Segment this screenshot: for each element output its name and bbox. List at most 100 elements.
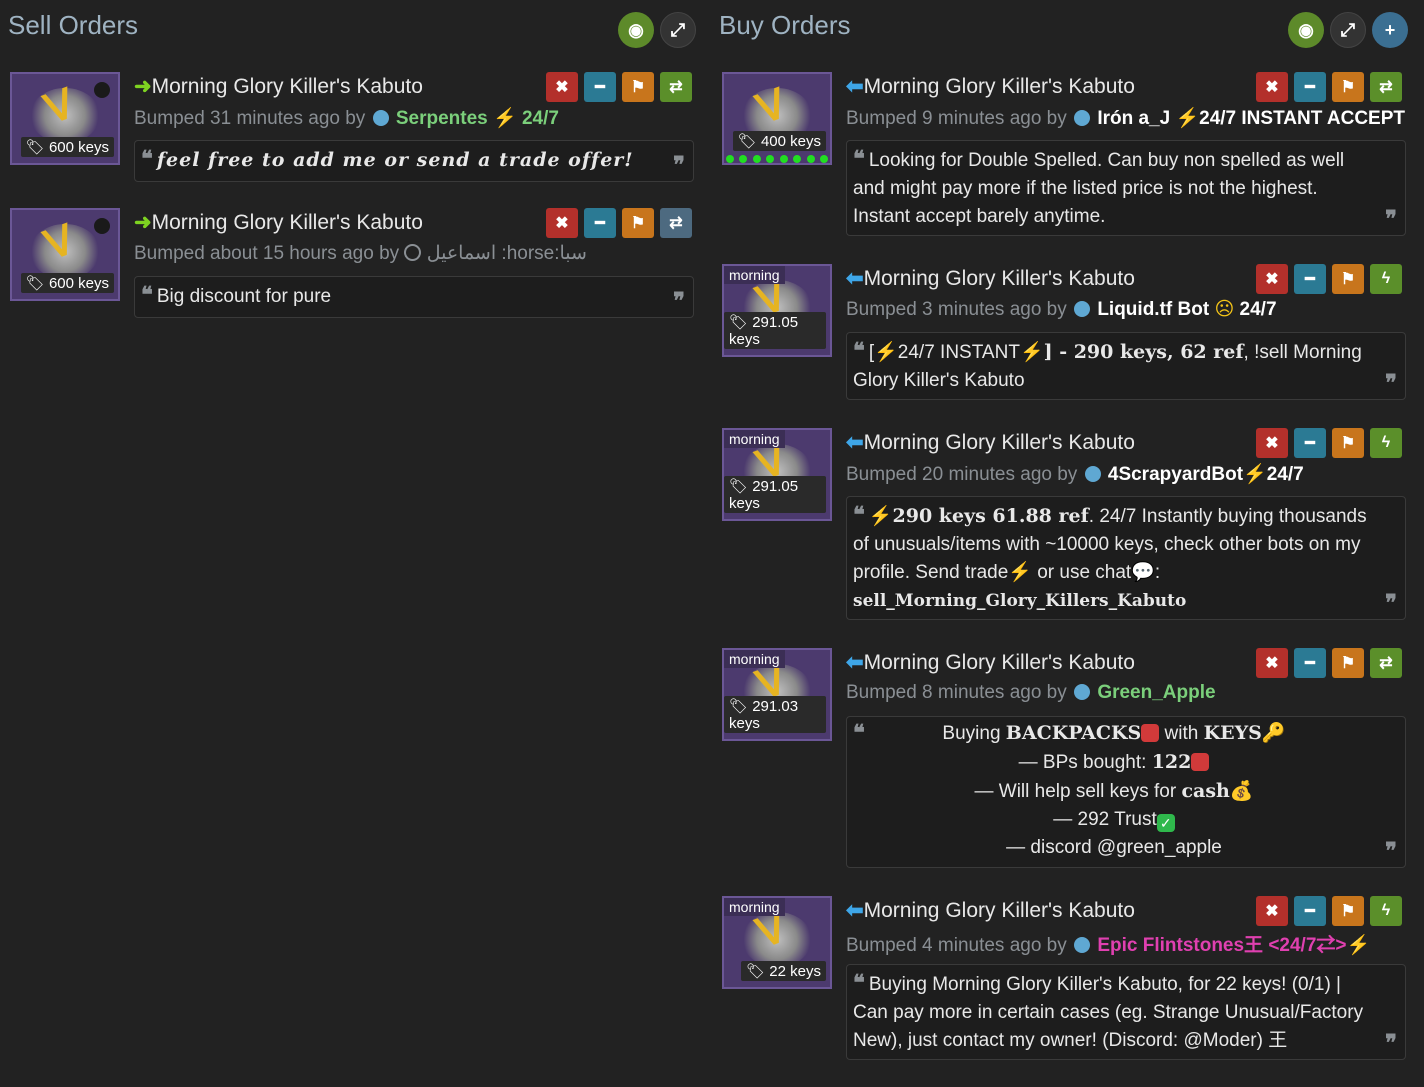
quote-close-icon: ❞: [1385, 838, 1397, 864]
online-dot: [1074, 937, 1091, 953]
bumped-line: Bumped 20 minutes ago by 4ScrapyardBot⚡2…: [846, 462, 1304, 486]
item-thumbnail[interactable]: Ⅴ morning 🏷 291.03 keys: [722, 648, 832, 741]
price-badge: 🏷 291.03 keys: [724, 696, 826, 733]
price-text: 22 keys: [769, 963, 821, 980]
item-title[interactable]: ⬅Morning Glory Killer's Kabuto: [846, 430, 1135, 455]
flag-icon[interactable]: ⚑: [622, 208, 654, 238]
flag-icon[interactable]: ⚑: [1332, 648, 1364, 678]
user-link[interactable]: اسماعيل :horse:سبا: [427, 243, 587, 264]
close-icon[interactable]: ✖: [1256, 264, 1288, 294]
minus-icon[interactable]: ━: [1294, 72, 1326, 102]
user-link[interactable]: Serpentes: [396, 108, 488, 129]
item-title[interactable]: ⬅Morning Glory Killer's Kabuto: [846, 898, 1135, 923]
flag-icon[interactable]: ⚑: [1332, 72, 1364, 102]
arrow-right-icon: ➜: [134, 211, 152, 234]
action-buttons: ✖ ━ ⚑ ⇄: [1256, 72, 1402, 102]
comment-text: 24/7 INSTANT: [897, 342, 1020, 363]
minus-icon[interactable]: ━: [584, 72, 616, 102]
item-title[interactable]: ⬅Morning Glory Killer's Kabuto: [846, 650, 1135, 675]
user-link[interactable]: Irón a_J: [1097, 108, 1170, 129]
close-icon[interactable]: ✖: [1256, 428, 1288, 458]
comment-text: feel free to add me or send a trade offe…: [156, 149, 634, 171]
buy-header: Buy Orders ◉ ⤢ +: [712, 0, 1424, 60]
user-suffix: 24/7: [1266, 464, 1304, 485]
item-title[interactable]: ⬅Morning Glory Killer's Kabuto: [846, 266, 1135, 291]
online-dot: [372, 110, 389, 126]
status-dot: [94, 82, 110, 98]
item-thumbnail[interactable]: Ⅴ morning 🏷 291.05 keys: [722, 428, 832, 521]
exchange-icon[interactable]: ⇄: [660, 72, 692, 102]
price-text: 291.05 keys: [729, 478, 799, 512]
item-thumbnail[interactable]: Ⅴ morning 🏷 22 keys: [722, 896, 832, 989]
online-dot: [1074, 301, 1091, 317]
sell-title: Sell Orders: [8, 10, 139, 40]
sell-orders-panel: Sell Orders ◉ ⤢ Ⅴ 🏷 600 keys ➜Morning Gl…: [0, 0, 700, 318]
minus-icon[interactable]: ━: [1294, 264, 1326, 294]
comment-text: Buying Morning Glory Killer's Kabuto, fo…: [853, 974, 1364, 1051]
bolt-icon: ⚡: [1175, 108, 1200, 129]
close-icon[interactable]: ✖: [546, 72, 578, 102]
item-thumbnail[interactable]: Ⅴ 🏷 600 keys: [10, 208, 120, 301]
item-thumbnail[interactable]: Ⅴ morning 🏷 291.05 keys: [722, 264, 832, 357]
exchange-icon[interactable]: ⇄: [1370, 72, 1402, 102]
bumped-line: Bumped 3 minutes ago by Liquid.tf Bot ☹ …: [846, 298, 1277, 321]
exchange-icon[interactable]: ⇄: [1370, 648, 1402, 678]
close-icon[interactable]: ✖: [1256, 648, 1288, 678]
item-name: Morning Glory Killer's Kabuto: [863, 75, 1135, 98]
item-title[interactable]: ➜Morning Glory Killer's Kabuto: [134, 210, 423, 235]
online-dot: [1084, 466, 1101, 482]
status-dot: [94, 218, 110, 234]
comment-text: ] - 290 keys, 62 ref: [1043, 341, 1244, 363]
quote-close-icon: ❞: [673, 152, 685, 178]
user-link[interactable]: Epic Flintstones王 <24/7⇄>: [1097, 935, 1346, 956]
bolt-icon: ⚡: [1008, 562, 1032, 583]
bolt-icon[interactable]: ϟ: [1370, 896, 1402, 926]
expand-icon[interactable]: ⤢: [660, 12, 696, 48]
eye-slash-icon[interactable]: ◉: [618, 12, 654, 48]
bumped-line: Bumped 8 minutes ago by Green_Apple: [846, 682, 1216, 704]
item-thumbnail[interactable]: Ⅴ 🏷 600 keys: [10, 72, 120, 165]
user-link[interactable]: Green_Apple: [1097, 682, 1215, 703]
plus-icon[interactable]: +: [1372, 12, 1408, 48]
eye-slash-icon[interactable]: ◉: [1288, 12, 1324, 48]
quote-open-icon: ❝: [141, 146, 153, 172]
bumped-line: Bumped 4 minutes ago by Epic Flintstones…: [846, 930, 1370, 957]
flag-icon[interactable]: ⚑: [622, 72, 654, 102]
item-name: Morning Glory Killer's Kabuto: [151, 75, 423, 98]
bolt-icon[interactable]: ϟ: [1370, 264, 1402, 294]
bumped-text: Bumped 9 minutes ago by: [846, 108, 1067, 129]
user-link[interactable]: 4ScrapyardBot: [1108, 464, 1243, 485]
quote-open-icon: ❝: [853, 146, 865, 172]
item-title[interactable]: ➜Morning Glory Killer's Kabuto: [134, 74, 423, 99]
price-badge: 🏷 22 keys: [741, 961, 826, 981]
list-item: Ⅴ morning 🏷 291.05 keys ⬅Morning Glory K…: [722, 264, 1406, 402]
minus-icon[interactable]: ━: [1294, 648, 1326, 678]
expand-icon[interactable]: ⤢: [1330, 12, 1366, 48]
quote-close-icon: ❞: [1385, 590, 1397, 616]
minus-icon[interactable]: ━: [584, 208, 616, 238]
bolt-icon[interactable]: ϟ: [1370, 428, 1402, 458]
close-icon[interactable]: ✖: [546, 208, 578, 238]
list-item: Ⅴ 🏷 600 keys ➜Morning Glory Killer's Kab…: [10, 208, 696, 318]
user-link[interactable]: Liquid.tf Bot: [1097, 299, 1209, 320]
item-thumbnail[interactable]: Ⅴ 🏷 400 keys: [722, 72, 832, 165]
close-icon[interactable]: ✖: [1256, 72, 1288, 102]
minus-icon[interactable]: ━: [1294, 896, 1326, 926]
online-dot: [1074, 110, 1091, 126]
quote-open-icon: ❝: [853, 970, 865, 996]
bolt-icon: ⚡: [1346, 935, 1371, 956]
buy-header-buttons: ◉ ⤢ +: [1288, 12, 1408, 48]
quote-open-icon: ❝: [853, 720, 865, 746]
quote-close-icon: ❞: [1385, 370, 1397, 396]
close-icon[interactable]: ✖: [1256, 896, 1288, 926]
item-title[interactable]: ⬅Morning Glory Killer's Kabuto: [846, 74, 1135, 99]
exchange-icon[interactable]: ⇄: [660, 208, 692, 238]
quality-tag: morning: [724, 266, 785, 284]
flag-icon[interactable]: ⚑: [1332, 428, 1364, 458]
comment-box: ❝ Buying BACKPACKS with KEYS🔑 — BPs boug…: [846, 716, 1406, 868]
item-name: Morning Glory Killer's Kabuto: [863, 899, 1135, 922]
flag-icon[interactable]: ⚑: [1332, 896, 1364, 926]
flag-icon[interactable]: ⚑: [1332, 264, 1364, 294]
minus-icon[interactable]: ━: [1294, 428, 1326, 458]
user-suffix: 24/7 INSTANT ACCEPT: [1199, 108, 1406, 129]
